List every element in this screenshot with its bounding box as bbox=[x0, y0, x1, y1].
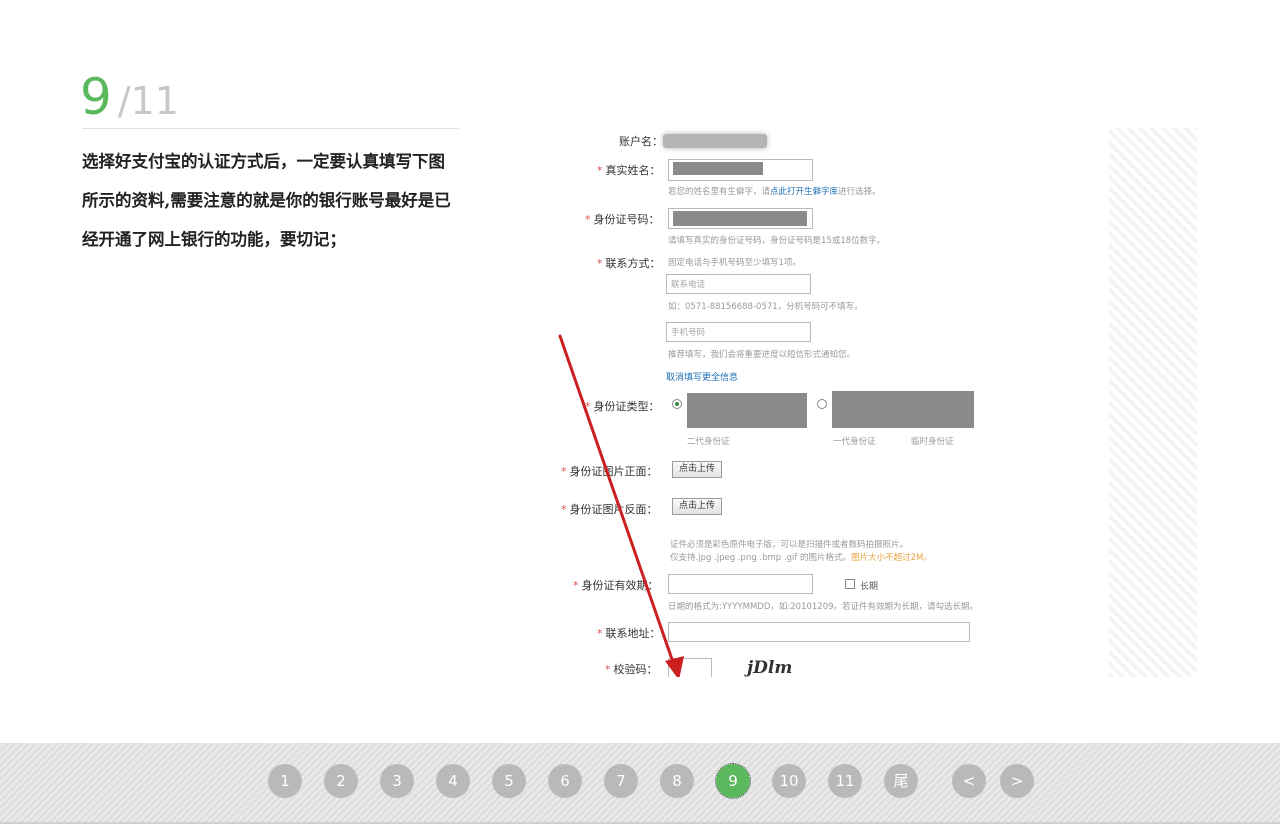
red-arrow-annotation bbox=[558, 334, 684, 677]
page-button-10[interactable]: 10 bbox=[772, 764, 806, 798]
total-slide-number: /11 bbox=[117, 79, 179, 123]
page-button-last[interactable]: 尾 bbox=[884, 764, 918, 798]
current-slide-number: 9 bbox=[80, 68, 112, 126]
page-button-4[interactable]: 4 bbox=[436, 764, 470, 798]
page-button-9[interactable]: 9 bbox=[715, 763, 751, 799]
page-button-3[interactable]: 3 bbox=[380, 764, 414, 798]
pager-bar: 1 2 3 4 5 6 7 8 9 10 11 尾 < > bbox=[0, 743, 1280, 824]
form-screenshot: 账户名： * 真实姓名： 若您的姓名里有生僻字，请点此打开生僻字库进行选择。 * 身… bbox=[555, 128, 1197, 677]
title-divider bbox=[82, 128, 459, 129]
page-button-7[interactable]: 7 bbox=[604, 764, 638, 798]
page-button-6[interactable]: 6 bbox=[548, 764, 582, 798]
next-page-button[interactable]: > bbox=[1000, 764, 1034, 798]
page-button-2[interactable]: 2 bbox=[324, 764, 358, 798]
page-button-11[interactable]: 11 bbox=[828, 764, 862, 798]
page-button-8[interactable]: 8 bbox=[660, 764, 694, 798]
page-button-5[interactable]: 5 bbox=[492, 764, 526, 798]
slide-description: 选择好支付宝的认证方式后，一定要认真填写下图所示的资料,需要注意的就是你的银行账… bbox=[82, 152, 451, 249]
pagination: 1 2 3 4 5 6 7 8 9 10 11 尾 < > bbox=[0, 763, 1280, 799]
page-button-1[interactable]: 1 bbox=[268, 764, 302, 798]
slide-counter: 9 /11 bbox=[80, 68, 179, 126]
prev-page-button[interactable]: < bbox=[952, 764, 986, 798]
